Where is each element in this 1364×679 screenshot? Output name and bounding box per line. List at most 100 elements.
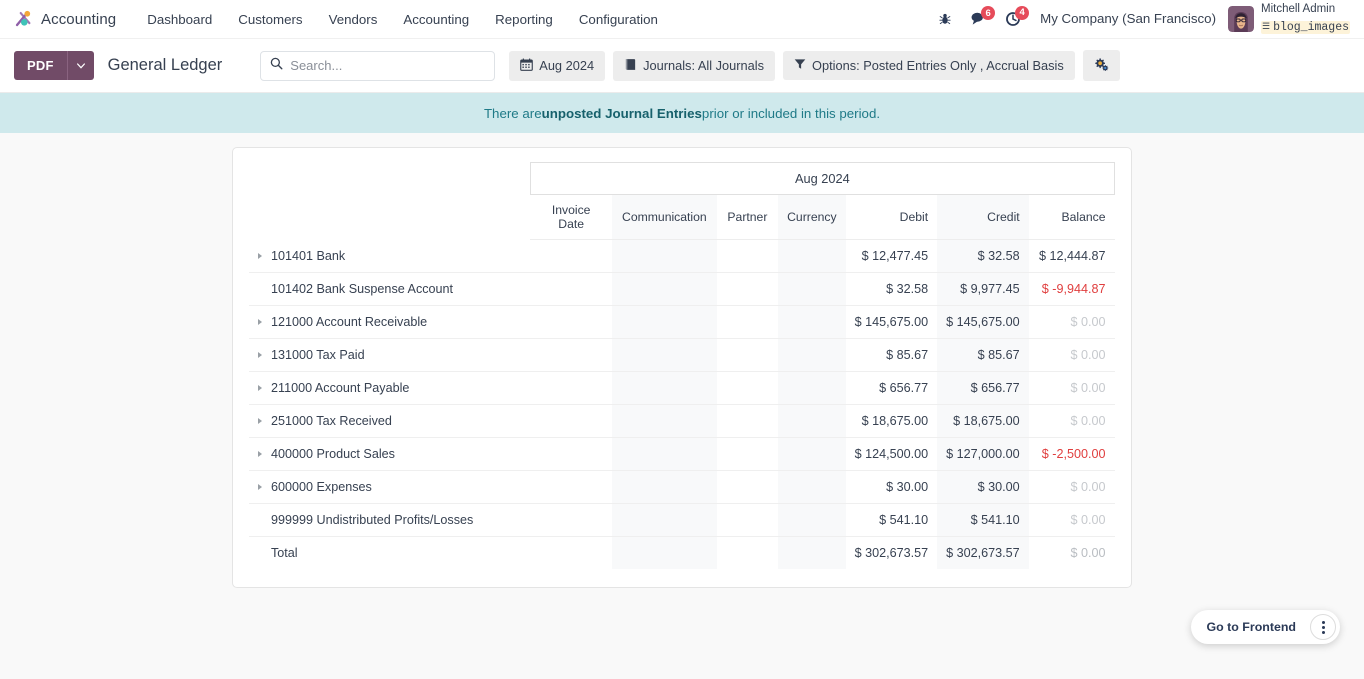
empty-cell (612, 272, 717, 306)
expand-triangle-icon[interactable] (258, 385, 262, 391)
column-header-credit: Credit (937, 194, 1029, 240)
account-name-cell[interactable]: 101402 Bank Suspense Account (249, 273, 530, 306)
empty-cell (778, 503, 846, 537)
database-icon: ☰ (1262, 22, 1271, 33)
empty-cell (530, 471, 612, 504)
credit-cell: $ 9,977.45 (937, 272, 1029, 306)
page-title: General Ledger (107, 56, 223, 74)
account-name-cell[interactable]: 600000 Expenses (249, 471, 530, 504)
debit-cell: $ 124,500.00 (854, 447, 929, 461)
nav-item-accounting[interactable]: Accounting (390, 5, 482, 34)
export-dropdown-button[interactable] (66, 51, 94, 80)
messages-menu[interactable]: 6 (961, 6, 996, 30)
messages-badge: 6 (981, 6, 996, 21)
empty-cell (612, 371, 717, 405)
expand-triangle-icon[interactable] (258, 484, 262, 490)
empty-cell (612, 437, 717, 471)
account-name-cell[interactable]: 251000 Tax Received (249, 405, 530, 438)
period-spacer (249, 163, 530, 195)
empty-cell (612, 470, 717, 504)
expand-triangle-icon[interactable] (258, 418, 262, 424)
empty-cell (778, 338, 846, 372)
expand-triangle-icon[interactable] (258, 252, 262, 259)
account-name-cell[interactable]: 101401 Bank (249, 240, 530, 273)
balance-cell: $ 0.00 (1070, 381, 1106, 395)
search-input[interactable] (290, 58, 486, 73)
table-body: 101401 Bank $ 12,477.45 $ 32.58 $ 12,444.87… (249, 239, 1115, 570)
table-row[interactable]: 211000 Account Payable $ 656.77 $ 656.77 $ … (249, 371, 1115, 405)
empty-cell (717, 240, 778, 273)
date-filter-button[interactable]: Aug 2024 (509, 50, 606, 81)
column-header-currency: Currency (778, 194, 846, 240)
app-brand[interactable]: Accounting (12, 8, 116, 30)
table-row[interactable]: 999999 Undistributed Profits/Losses $ 541… (249, 503, 1115, 537)
brand-label: Accounting (41, 10, 117, 28)
export-pdf-button[interactable]: PDF (14, 51, 67, 80)
column-header-partner: Partner (716, 194, 779, 240)
go-to-frontend-button[interactable]: Go to Frontend (1195, 615, 1308, 639)
table-row[interactable]: 600000 Expenses $ 30.00 $ 30.00 $ 0.00 (249, 470, 1115, 504)
control-panel: PDF General Ledger Search... Aug 2024 Jo… (0, 39, 1364, 93)
unposted-entries-banner: There are unposted Journal Entries prior… (0, 93, 1364, 133)
journals-filter-button[interactable]: Journals: All Journals (613, 50, 775, 81)
account-label: 999999 Undistributed Profits/Losses (271, 513, 474, 527)
vertical-dots-icon[interactable] (1310, 614, 1336, 640)
empty-cell (778, 404, 846, 438)
empty-cell (530, 339, 612, 372)
nav-item-vendors[interactable]: Vendors (316, 5, 391, 34)
balance-cell: $ 0.00 (1070, 513, 1106, 527)
general-ledger-table: Aug 2024 Invoice Date Communication Part… (249, 162, 1116, 570)
expand-triangle-icon[interactable] (258, 352, 262, 358)
empty-cell (717, 537, 778, 570)
account-label: 400000 Product Sales (271, 447, 395, 461)
empty-cell (717, 438, 778, 471)
nav-item-dashboard[interactable]: Dashboard (134, 5, 225, 34)
credit-cell: $ 145,675.00 (937, 305, 1029, 339)
table-row[interactable]: 101402 Bank Suspense Account $ 32.58 $ 9,9… (249, 272, 1115, 306)
expand-triangle-icon[interactable] (258, 451, 262, 457)
search-icon (270, 57, 283, 75)
expand-triangle-icon[interactable] (258, 319, 262, 325)
account-label: 211000 Account Payable (271, 381, 410, 395)
report-settings-button[interactable] (1082, 50, 1120, 81)
calendar-icon (520, 58, 534, 74)
table-row[interactable]: 400000 Product Sales $ 124,500.00 $ 127,00… (249, 437, 1115, 471)
table-row[interactable]: 131000 Tax Paid $ 85.67 $ 85.67 $ 0.00 (249, 338, 1115, 372)
account-name-cell[interactable]: 999999 Undistributed Profits/Losses (249, 504, 530, 537)
table-row[interactable]: 101401 Bank $ 12,477.45 $ 32.58 $ 12,444.87 (249, 239, 1115, 273)
empty-cell (778, 470, 846, 504)
empty-cell (717, 405, 778, 438)
account-name-cell[interactable]: 400000 Product Sales (249, 438, 530, 471)
search-box[interactable] (260, 50, 496, 81)
nav-item-configuration[interactable]: Configuration (566, 5, 671, 34)
debit-cell: $ 541.10 (879, 513, 929, 527)
filter-buttons: Aug 2024 Journals: All Journals Options:… (509, 50, 1120, 81)
general-ledger-card: Aug 2024 Invoice Date Communication Part… (232, 147, 1132, 588)
nav-item-customers[interactable]: Customers (225, 5, 315, 34)
options-filter-button[interactable]: Options: Posted Entries Only , Accrual B… (783, 51, 1075, 80)
nav-item-reporting[interactable]: Reporting (482, 5, 566, 34)
empty-cell (530, 405, 612, 438)
empty-cell (530, 240, 612, 273)
column-header-balance: Balance (1028, 194, 1115, 240)
user-menu[interactable]: Mitchell Admin ☰ blog_images (1228, 3, 1354, 35)
company-switcher[interactable]: My Company (San Francisco) (1030, 11, 1228, 26)
empty-cell (717, 306, 778, 339)
account-name-cell[interactable]: 121000 Account Receivable (249, 306, 530, 339)
total-row: Total $ 302,673.57 $ 302,673.57 $ 0.00 (249, 536, 1115, 570)
table-row[interactable]: 251000 Tax Received $ 18,675.00 $ 18,675.0… (249, 404, 1115, 438)
table-row[interactable]: 121000 Account Receivable $ 145,675.00 $ 1… (249, 305, 1115, 339)
main-menu: Dashboard Customers Vendors Accounting R… (134, 5, 671, 34)
credit-cell: $ 541.10 (937, 503, 1029, 537)
empty-cell (778, 371, 846, 405)
empty-cell (530, 306, 612, 339)
activities-badge: 4 (1015, 5, 1030, 20)
debit-cell: $ 12,477.45 (861, 249, 929, 263)
account-name-cell[interactable]: 211000 Account Payable (249, 372, 530, 405)
account-name-cell[interactable]: 131000 Tax Paid (249, 339, 530, 372)
frontend-fab: Go to Frontend (1190, 610, 1340, 644)
empty-cell (612, 503, 717, 537)
activities-menu[interactable]: 4 (996, 5, 1030, 31)
balance-cell: $ -9,944.87 (1041, 282, 1106, 296)
bug-icon[interactable] (929, 8, 961, 30)
